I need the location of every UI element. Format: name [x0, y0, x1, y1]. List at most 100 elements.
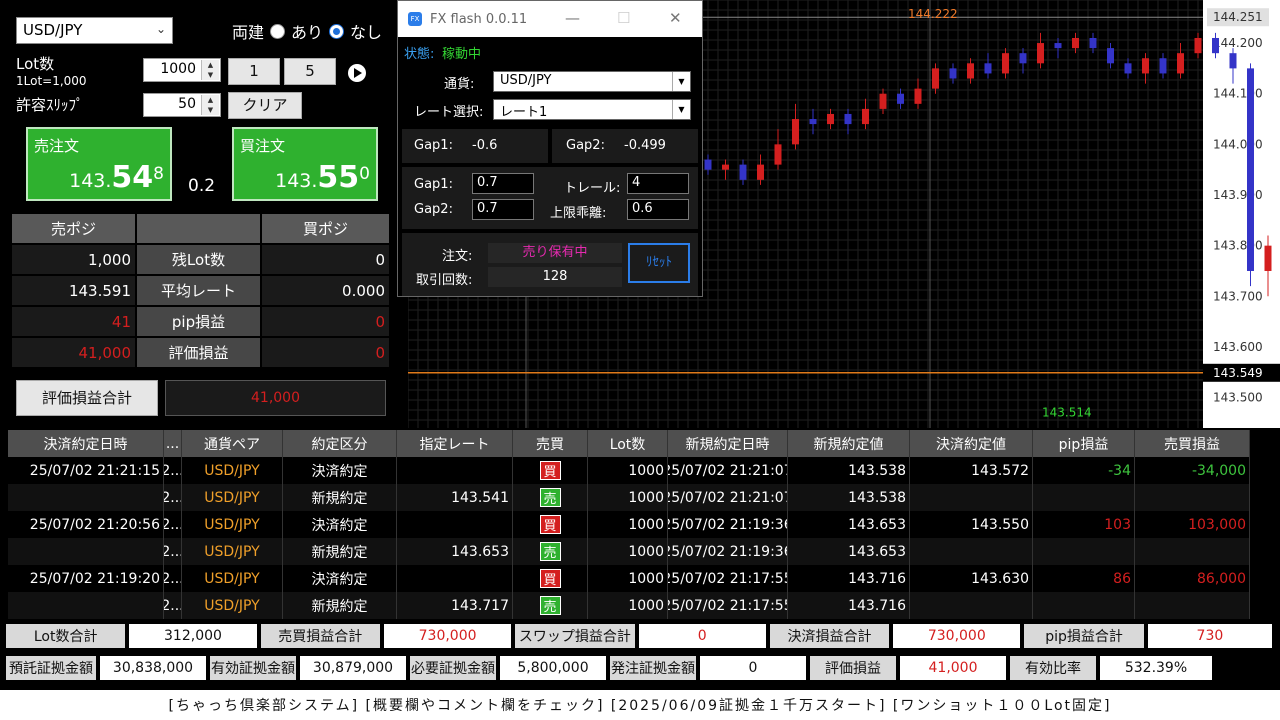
minimize-icon[interactable]: —	[565, 9, 580, 27]
limit-input[interactable]: 0.6	[627, 199, 689, 220]
gap-settings-panel: Gap1: 0.7 Gap2: 0.7 トレール: 4 上限乖離: 0.6	[402, 167, 698, 229]
cell-lot: 1000	[588, 538, 668, 565]
slippage-value: 50	[178, 96, 196, 112]
unrealized-total-button[interactable]: 評価損益合計	[16, 380, 158, 416]
clear-button[interactable]: クリア	[228, 92, 302, 119]
y-tick-label: 144.200	[1213, 36, 1263, 50]
pair-value: USD/JPY	[23, 21, 83, 39]
rate-header[interactable]: 指定レート	[397, 430, 513, 457]
cell-side: 売	[513, 484, 588, 511]
candle-body	[704, 159, 712, 170]
close-icon[interactable]: ✕	[669, 9, 682, 27]
table-row[interactable]: 25/07/02 21:21:152...USD/JPY決済約定 買 100025/…	[8, 457, 1278, 484]
buy-price-main: 55	[317, 160, 360, 195]
rate-select[interactable]: レート1 ▼	[493, 99, 691, 120]
candle-body	[1002, 53, 1009, 74]
table-row[interactable]: 2...USD/JPY新規約定143.541 売 100025/07/02 21:2…	[8, 484, 1278, 511]
table-row[interactable]: 2...USD/JPY新規約定143.653売100025/07/02 21:1…	[8, 538, 1278, 565]
rate-label: レート選択:	[414, 105, 484, 120]
trail-input[interactable]: 4	[627, 173, 689, 194]
play-icon[interactable]	[348, 64, 366, 82]
cell-rate: 143.717	[397, 592, 513, 619]
gap1-input[interactable]: 0.7	[472, 173, 534, 194]
hedge-no-label: なし	[350, 23, 383, 42]
close-time-header[interactable]: 決済約定日時	[8, 430, 164, 457]
lot-5-button[interactable]: 5	[284, 58, 336, 85]
cell-id: 2...	[164, 565, 182, 592]
lot-1-button[interactable]: 1	[228, 58, 280, 85]
candle-body	[1264, 245, 1272, 271]
candle-body	[1054, 43, 1062, 49]
sell-order-button[interactable]: 売注文 143. 54 8	[26, 127, 172, 201]
top-price-text: 144.251	[1213, 10, 1263, 24]
pip-header[interactable]: pip損益	[1033, 430, 1135, 457]
side-header[interactable]: 売買	[513, 430, 588, 457]
gap2-value: -0.499	[624, 138, 666, 153]
sell-lot-value: 1,000	[12, 245, 135, 274]
open-time-header[interactable]: 新規約定日時	[668, 430, 788, 457]
buy-lot-value: 0	[262, 245, 389, 274]
currency-select[interactable]: USD/JPY ▼	[493, 71, 691, 92]
cell-side: 売	[513, 538, 588, 565]
pair-header[interactable]: 通貨ペア	[182, 430, 283, 457]
cell-close: 143.572	[910, 457, 1033, 484]
lot-input[interactable]: 1000 ▲ ▼	[143, 58, 221, 82]
pl-header[interactable]: 売買損益	[1135, 430, 1250, 457]
buy-order-title: 買注文	[240, 137, 286, 155]
candle-body	[1142, 58, 1149, 74]
sell-avg-rate: 143.591	[12, 276, 135, 305]
cell-open: 143.653	[788, 538, 910, 565]
cell-lot: 1000	[588, 457, 668, 484]
buy-order-button[interactable]: 買注文 143. 55 0	[232, 127, 378, 201]
total-label: 預託証拠金額	[6, 656, 96, 680]
slippage-spinner-icon[interactable]: ▲ ▼	[201, 95, 219, 115]
table-row[interactable]: 25/07/02 21:20:562...USD/JPY決済約定 買 100025/…	[8, 511, 1278, 538]
table-row[interactable]: 2...USD/JPY新規約定143.717 売 100025/07/02 21:1…	[8, 592, 1278, 619]
maximize-icon[interactable]: ☐	[617, 9, 630, 27]
close-price-header[interactable]: 決済約定値	[910, 430, 1033, 457]
table-row[interactable]: 25/07/02 21:19:202...USD/JPY決済約定 買 100025/…	[8, 565, 1278, 592]
lot-spinner-icon[interactable]: ▲ ▼	[201, 60, 219, 80]
position-row: 41,000 評価損益 0	[12, 338, 389, 369]
hedge-no-radio[interactable]	[329, 23, 345, 39]
sell-pip-pl: 41	[12, 307, 135, 336]
cell-side: 売	[513, 592, 588, 619]
total-value: 41,000	[900, 656, 1006, 680]
trade-count-value: 128	[488, 267, 622, 287]
cell-pl	[1135, 538, 1250, 565]
cell-kind: 新規約定	[283, 592, 397, 619]
pair-select[interactable]: USD/JPY ⌄	[16, 17, 173, 44]
slippage-input[interactable]: 50 ▲ ▼	[143, 93, 221, 117]
divider	[548, 129, 552, 163]
reset-button[interactable]: ﾘｾｯﾄ	[628, 243, 690, 283]
candle-body	[827, 113, 834, 125]
table-header: 決済約定日時... 通貨ペア 約定区分 指定レート 売買 Lot数 新規約定日時 新規約定値決…	[8, 430, 1278, 457]
app-root: USD/JPY ⌄ 両建 あり なし Lot数 1Lot=1,000 1000 …	[0, 0, 1280, 720]
sell-badge: 売	[539, 596, 561, 615]
cell-close-time: 25/07/02 21:21:15	[8, 457, 164, 484]
gap1-label: Gap1:	[414, 138, 453, 153]
total-label: 決済損益合計	[769, 624, 890, 648]
buy-price-int: 143.	[275, 170, 318, 192]
hedge-yes-radio[interactable]	[270, 23, 286, 39]
total-label: 必要証拠金額	[410, 656, 496, 680]
cell-id: 2...	[164, 538, 182, 565]
lot-header[interactable]: Lot数	[588, 430, 668, 457]
buy-position-header: 買ポジ	[262, 214, 389, 243]
cell-close-time	[8, 538, 164, 565]
totals-row-1: Lot数合計 312,000 売買損益合計 730,000 スワップ損益合計 0 決済損益合…	[6, 624, 1276, 650]
buy-badge: 買	[539, 461, 561, 480]
gap2-input[interactable]: 0.7	[472, 199, 534, 220]
candle-body	[862, 108, 869, 125]
buy-price-frac: 0	[359, 164, 370, 184]
footer-banner: [ちゃっち倶楽部システム] [概要欄やコメント欄をチェック] [2025/06/…	[0, 690, 1280, 720]
open-price-header[interactable]: 新規約定値	[788, 430, 910, 457]
candle-body	[1159, 58, 1167, 74]
candle-body	[739, 164, 747, 180]
hedge-options: 両建 あり なし	[232, 19, 382, 43]
kind-header[interactable]: 約定区分	[283, 430, 397, 457]
window-titlebar[interactable]: FX FX flash 0.0.11	[398, 1, 702, 37]
slippage-label: 許容ｽﾘｯﾌﾟ	[16, 96, 84, 114]
id-header[interactable]: ...	[164, 430, 182, 457]
sell-position-header: 売ポジ	[12, 214, 135, 243]
